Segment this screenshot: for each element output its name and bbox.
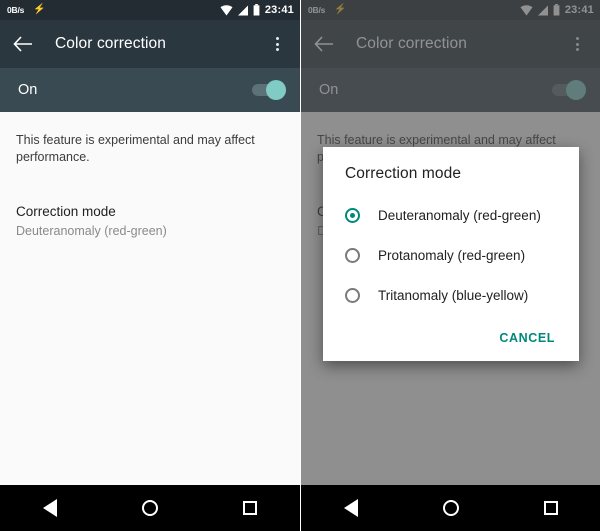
dialog-action-bar: CANCEL xyxy=(323,315,579,355)
screenshot-stage: 0B/s ⚡ 23:41 Color correction On This fe… xyxy=(0,0,600,531)
nav-home-icon[interactable] xyxy=(141,500,158,516)
battery-icon xyxy=(253,4,260,16)
preference-value: Deuteranomaly (red-green) xyxy=(16,224,167,238)
master-switch-row[interactable]: On xyxy=(0,68,300,112)
master-switch-toggle[interactable] xyxy=(252,80,286,100)
cellular-signal-icon xyxy=(237,5,248,15)
system-nav-bar xyxy=(301,485,600,531)
radio-option-label: Tritanomaly (blue-yellow) xyxy=(378,287,529,303)
nav-back-icon[interactable] xyxy=(42,499,57,517)
radio-option-tritanomaly[interactable]: Tritanomaly (blue-yellow) xyxy=(323,275,579,315)
clock-label: 23:41 xyxy=(264,4,294,16)
preference-title: Correction mode xyxy=(16,204,116,219)
radio-option-label: Protanomaly (red-green) xyxy=(378,247,526,263)
radio-option-label: Deuteranomaly (red-green) xyxy=(378,207,541,223)
flash-icon: ⚡ xyxy=(33,4,46,15)
radio-button-icon[interactable] xyxy=(345,247,360,263)
nav-home-icon[interactable] xyxy=(442,500,459,516)
panel-dialog-open: 0B/s ⚡ 23:41 Color correction On xyxy=(300,0,600,531)
overflow-menu-icon[interactable] xyxy=(262,29,292,59)
correction-mode-preference[interactable]: Correction mode Deuteranomaly (red-green… xyxy=(16,202,284,240)
nav-back-icon[interactable] xyxy=(343,499,358,517)
status-icons xyxy=(220,4,260,16)
wifi-icon xyxy=(220,4,233,16)
switch-thumb xyxy=(266,80,286,100)
radio-option-protanomaly[interactable]: Protanomaly (red-green) xyxy=(323,235,579,275)
radio-button-icon[interactable] xyxy=(345,287,360,303)
experimental-note: This feature is experimental and may aff… xyxy=(16,133,255,164)
master-switch-label: On xyxy=(18,82,38,98)
panel-settings-screen: 0B/s ⚡ 23:41 Color correction On This fe… xyxy=(0,0,300,531)
network-speed-label: 0B/s xyxy=(7,5,25,15)
status-bar: 0B/s ⚡ 23:41 xyxy=(0,0,300,20)
dialog-title: Correction mode xyxy=(345,165,462,182)
settings-content: This feature is experimental and may aff… xyxy=(0,112,300,485)
page-title: Color correction xyxy=(55,35,167,52)
back-arrow-icon[interactable] xyxy=(8,29,38,59)
radio-option-deuteranomaly[interactable]: Deuteranomaly (red-green) xyxy=(323,195,579,235)
nav-recents-icon[interactable] xyxy=(544,501,559,515)
system-nav-bar xyxy=(0,485,300,531)
correction-mode-options: Deuteranomaly (red-green) Protanomaly (r… xyxy=(323,185,579,315)
app-bar: Color correction xyxy=(0,20,300,68)
radio-button-icon[interactable] xyxy=(345,207,360,223)
correction-mode-dialog: Correction mode Deuteranomaly (red-green… xyxy=(323,147,579,361)
nav-recents-icon[interactable] xyxy=(243,501,258,515)
cancel-button[interactable]: CANCEL xyxy=(493,327,561,349)
